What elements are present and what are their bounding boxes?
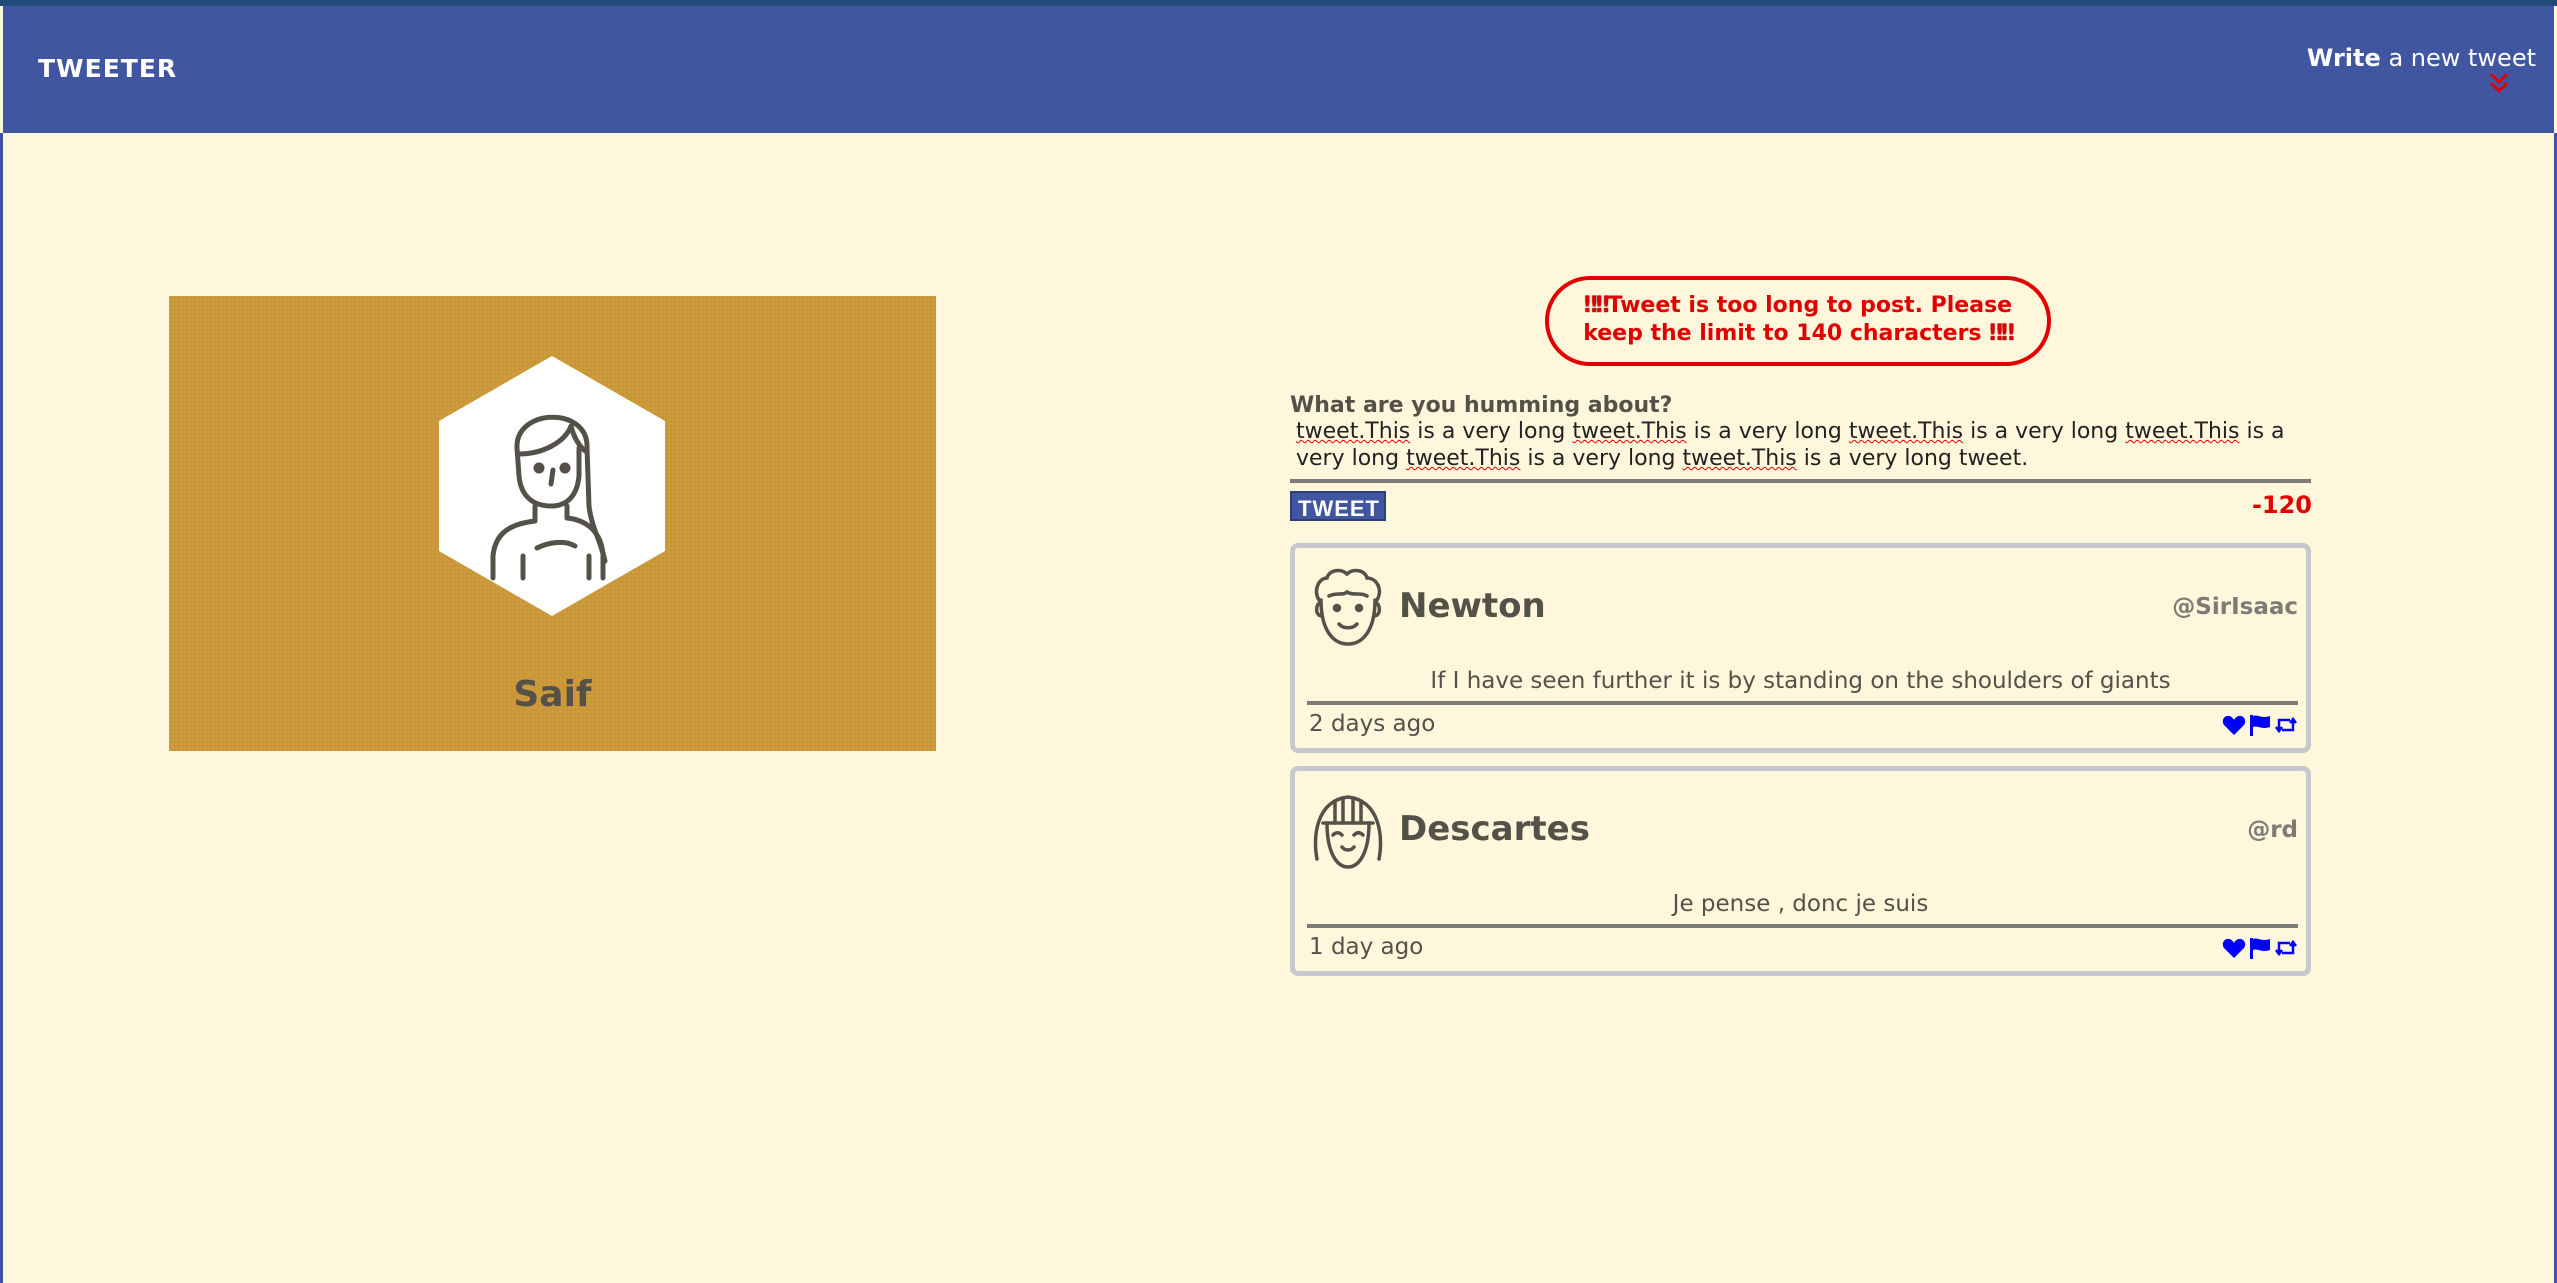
profile-name: Saif — [513, 674, 592, 715]
text-segment: is a very long tweet. — [1803, 446, 2029, 471]
page-edge-left — [0, 133, 3, 1283]
exclamation-icon: ‼‼ — [1583, 293, 1610, 318]
text-segment: is a very long — [1527, 446, 1676, 471]
profile-avatar — [439, 356, 665, 616]
text-segment: is a very long — [1693, 419, 1842, 444]
brand-logo[interactable]: TWEETER — [38, 54, 177, 83]
flag-icon[interactable] — [2248, 937, 2272, 959]
tweet-divider — [1307, 924, 2298, 928]
bob-hair-avatar-icon — [1313, 795, 1383, 869]
text-segment: is a very long — [1970, 419, 2119, 444]
text-segment: tweet.This — [2125, 419, 2240, 444]
flag-icon[interactable] — [2248, 714, 2272, 736]
error-message: ‼‼Tweet is too long to post. Please keep… — [1545, 276, 2051, 366]
tweet-author-handle: @SirIsaac — [2172, 594, 2298, 620]
tweet-divider — [1307, 701, 2298, 705]
write-bold-label: Write — [2306, 44, 2381, 72]
compose-label: What are you humming about? — [1290, 393, 1673, 418]
retweet-icon[interactable] — [2274, 714, 2298, 736]
top-nav: TWEETER Write a new tweet — [3, 6, 2554, 133]
text-segment: is a very long — [1417, 419, 1566, 444]
heart-icon[interactable] — [2222, 937, 2246, 959]
write-rest-label: a new tweet — [2388, 44, 2536, 72]
tweet-author-handle: @rd — [2247, 817, 2298, 843]
tweet-author-name: Newton — [1399, 586, 1546, 626]
curly-hair-man-avatar-icon — [1314, 568, 1382, 646]
tweet-button[interactable]: TWEET — [1290, 491, 1386, 521]
retweet-icon[interactable] — [2274, 937, 2298, 959]
error-text: Tweet is too long to post. Please keep t… — [1583, 293, 2013, 346]
text-segment: tweet.This — [1296, 419, 1411, 444]
tweet-card: Descartes @rd Je pense , donc je suis 1 … — [1290, 766, 2311, 976]
tweet-timestamp: 1 day ago — [1309, 934, 1424, 960]
text-segment: tweet.This — [1406, 446, 1521, 471]
write-new-tweet-link[interactable]: Write a new tweet — [2307, 44, 2536, 72]
tweet-author-name: Descartes — [1399, 809, 1590, 849]
tweet-content: Je pense , donc je suis — [1672, 891, 1929, 917]
tweet-timestamp: 2 days ago — [1309, 711, 1436, 737]
compose-divider — [1290, 479, 2311, 483]
double-chevron-down-icon[interactable] — [2488, 71, 2510, 95]
tweet-actions — [2222, 937, 2298, 959]
exclamation-icon: ‼‼ — [1989, 321, 2015, 346]
heart-icon[interactable] — [2222, 714, 2246, 736]
tweet-actions — [2222, 714, 2298, 736]
text-segment: tweet.This — [1682, 446, 1797, 471]
tweet-card: Newton @SirIsaac If I have seen further … — [1290, 543, 2311, 753]
profile-card: Saif — [169, 296, 936, 751]
tweet-textarea[interactable]: tweet.This is a very long tweet.This is … — [1290, 418, 2316, 472]
tweet-content: If I have seen further it is by standing… — [1430, 668, 2171, 694]
text-segment: tweet.This — [1848, 419, 1964, 444]
text-segment: tweet.This — [1572, 419, 1687, 444]
character-counter: -120 — [2251, 491, 2312, 519]
